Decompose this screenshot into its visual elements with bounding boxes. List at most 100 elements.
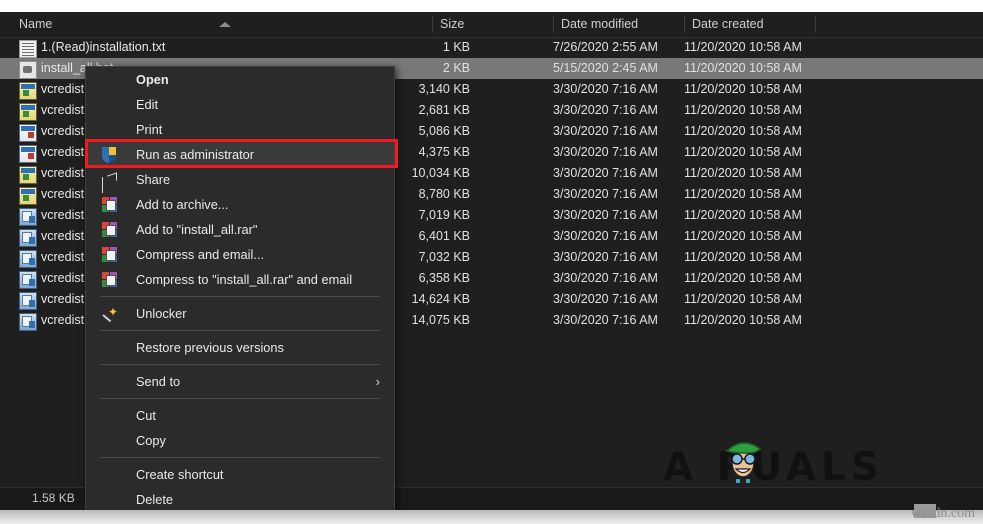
menu-item-copy[interactable]: Copy (86, 428, 394, 453)
menu-item-share[interactable]: Share (86, 167, 394, 192)
file-name-cell: vcredist (41, 247, 84, 268)
installer-icon-blue (19, 250, 37, 268)
winrar-icon (102, 197, 118, 213)
share-icon (102, 172, 118, 188)
file-size-cell: 1 KB (360, 37, 470, 58)
menu-item-label: Create shortcut (136, 467, 224, 482)
menu-item-label: Compress to "install_all.rar" and email (136, 272, 352, 287)
menu-item-label: Restore previous versions (136, 340, 284, 355)
chevron-right-icon: › (376, 369, 380, 394)
column-header-date-created[interactable]: Date created (692, 12, 764, 37)
appuals-mascot-icon (722, 436, 764, 484)
red-highlight-annotation (85, 139, 398, 168)
column-header-bar: Name Size Date modified Date created (0, 12, 983, 38)
file-date-created-cell: 11/20/2020 10:58 AM (684, 226, 802, 247)
menu-item-label: Print (136, 122, 162, 137)
file-name-cell: vcredist (41, 121, 84, 142)
magic-wand-icon: ✦ (102, 306, 118, 322)
menu-separator (100, 457, 380, 458)
menu-item-edit[interactable]: Edit (86, 92, 394, 117)
file-date-modified-cell: 3/30/2020 7:16 AM (553, 121, 658, 142)
file-name-cell: vcredist (41, 79, 84, 100)
menu-item-create-shortcut[interactable]: Create shortcut (86, 462, 394, 487)
file-date-modified-cell: 3/30/2020 7:16 AM (553, 79, 658, 100)
batch-file-icon (19, 61, 37, 79)
menu-item-label: Edit (136, 97, 158, 112)
column-divider[interactable] (553, 16, 554, 33)
file-name-cell: 1.(Read)installation.txt (41, 37, 165, 58)
menu-item-label: Open (136, 72, 169, 87)
menu-item-add-to-archive[interactable]: Add to archive... (86, 192, 394, 217)
installer-icon-blue (19, 208, 37, 226)
file-date-created-cell: 11/20/2020 10:58 AM (684, 100, 802, 121)
column-divider[interactable] (684, 16, 685, 33)
file-date-modified-cell: 3/30/2020 7:16 AM (553, 163, 658, 184)
menu-item-add-to-install-all-rar[interactable]: Add to "install_all.rar" (86, 217, 394, 242)
column-divider[interactable] (432, 16, 433, 33)
screenshot-root: Name Size Date modified Date created 1.(… (0, 0, 983, 524)
installer-icon-blue (19, 229, 37, 247)
menu-item-label: Add to archive... (136, 197, 228, 212)
file-date-created-cell: 11/20/2020 10:58 AM (684, 310, 802, 331)
file-date-created-cell: 11/20/2020 10:58 AM (684, 184, 802, 205)
menu-item-label: Add to "install_all.rar" (136, 222, 257, 237)
installer-icon-white (19, 145, 37, 163)
file-date-modified-cell: 3/30/2020 7:16 AM (553, 310, 658, 331)
menu-item-label: Copy (136, 433, 166, 448)
file-date-modified-cell: 3/30/2020 7:16 AM (553, 268, 658, 289)
menu-item-delete[interactable]: Delete (86, 487, 394, 512)
column-header-size[interactable]: Size (440, 12, 464, 37)
table-row[interactable]: 1.(Read)installation.txt 1 KB 7/26/2020 2:… (0, 37, 983, 58)
file-date-created-cell: 11/20/2020 10:58 AM (684, 205, 802, 226)
menu-separator (100, 296, 380, 297)
file-date-created-cell: 11/20/2020 10:58 AM (684, 268, 802, 289)
file-name-cell: vcredist (41, 163, 84, 184)
installer-icon-yellow (19, 187, 37, 205)
file-date-modified-cell: 3/30/2020 7:16 AM (553, 226, 658, 247)
context-menu: OpenEditPrintRun as administratorShareAd… (85, 66, 395, 524)
file-name-cell: vcredist (41, 268, 84, 289)
sort-ascending-icon (219, 22, 231, 27)
file-date-created-cell: 11/20/2020 10:58 AM (684, 247, 802, 268)
winrar-icon (102, 222, 118, 238)
file-date-modified-cell: 3/30/2020 7:16 AM (553, 100, 658, 121)
column-header-name[interactable]: Name (19, 12, 52, 37)
installer-icon-yellow (19, 103, 37, 121)
file-date-created-cell: 11/20/2020 10:58 AM (684, 79, 802, 100)
source-watermark-text: wsxdn.com (911, 506, 975, 522)
text-file-icon (19, 40, 37, 58)
file-name-cell: vcredist (41, 142, 84, 163)
file-date-created-cell: 11/20/2020 10:58 AM (684, 142, 802, 163)
menu-item-label: Send to (136, 374, 180, 389)
installer-icon-yellow (19, 166, 37, 184)
installer-icon-blue (19, 313, 37, 331)
status-bar-text: 1.58 KB (32, 491, 75, 505)
menu-item-cut[interactable]: Cut (86, 403, 394, 428)
file-date-modified-cell: 3/30/2020 7:16 AM (553, 247, 658, 268)
page-bottom-strip (0, 510, 983, 524)
menu-item-send-to[interactable]: Send to › (86, 369, 394, 394)
installer-icon-yellow (19, 82, 37, 100)
file-date-modified-cell: 3/30/2020 7:16 AM (553, 142, 658, 163)
file-date-modified-cell: 3/30/2020 7:16 AM (553, 289, 658, 310)
installer-icon-white (19, 124, 37, 142)
file-date-created-cell: 11/20/2020 10:58 AM (684, 121, 802, 142)
file-date-modified-cell: 7/26/2020 2:55 AM (553, 37, 658, 58)
installer-icon-blue (19, 271, 37, 289)
appuals-watermark: A PUALS (663, 445, 884, 490)
menu-item-open[interactable]: Open (86, 67, 394, 92)
menu-item-restore-previous-versions[interactable]: Restore previous versions (86, 335, 394, 360)
file-date-created-cell: 11/20/2020 10:58 AM (684, 58, 802, 79)
installer-icon-blue (19, 292, 37, 310)
menu-item-unlocker[interactable]: ✦Unlocker (86, 301, 394, 326)
menu-separator (100, 330, 380, 331)
file-date-modified-cell: 5/15/2020 2:45 AM (553, 58, 658, 79)
menu-separator (100, 364, 380, 365)
file-name-cell: vcredist (41, 184, 84, 205)
menu-item-compress-and-email[interactable]: Compress and email... (86, 242, 394, 267)
menu-item-compress-to-install-all-rar-and-email[interactable]: Compress to "install_all.rar" and email (86, 267, 394, 292)
winrar-icon (102, 247, 118, 263)
file-date-modified-cell: 3/30/2020 7:16 AM (553, 184, 658, 205)
column-divider[interactable] (815, 16, 816, 33)
column-header-date-modified[interactable]: Date modified (561, 12, 638, 37)
